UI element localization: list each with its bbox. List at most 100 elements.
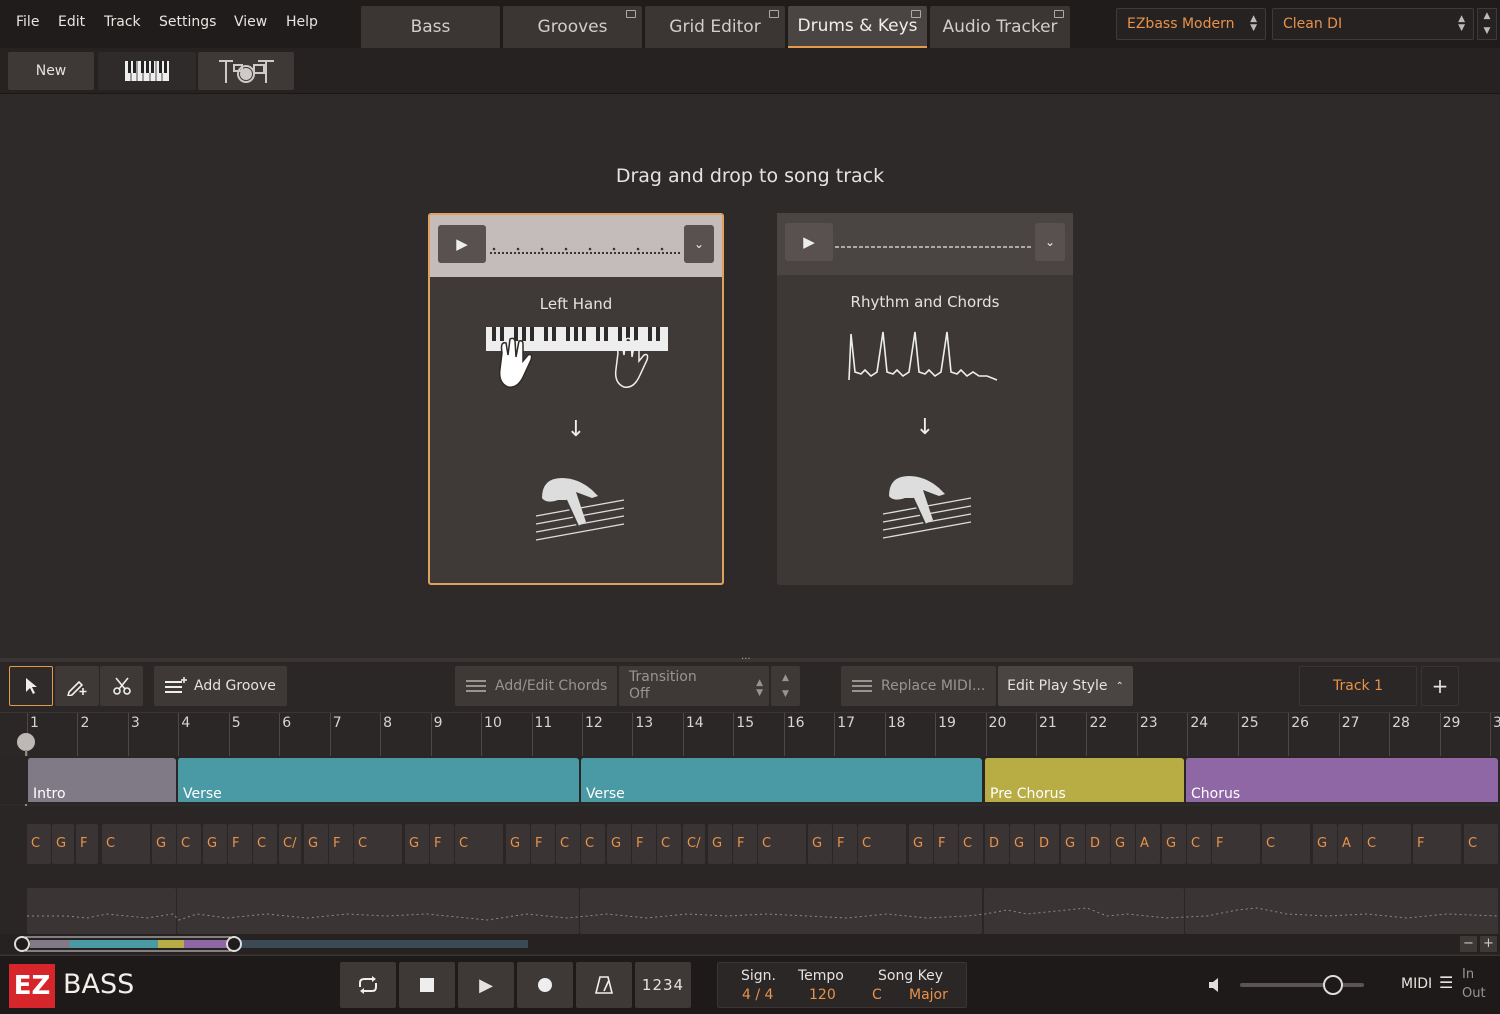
chord-block[interactable]: G <box>1162 824 1186 864</box>
transition-select[interactable]: Transition Off ▲ ▼ <box>619 666 769 706</box>
play-style-card-rhythm-chords[interactable]: ▶ ⌄ Rhythm and Chords ↓ <box>777 213 1073 585</box>
chord-block[interactable]: F <box>430 824 454 864</box>
transition-stepper[interactable]: ▲ ▼ <box>771 666 800 706</box>
chord-block[interactable]: F <box>833 824 857 864</box>
chord-block[interactable]: C <box>354 824 402 864</box>
select-tool-button[interactable] <box>9 666 53 706</box>
add-groove-button[interactable]: Add Groove <box>154 666 287 706</box>
chord-block[interactable]: G <box>152 824 176 864</box>
chord-block[interactable]: C/ <box>683 824 705 864</box>
section-pre-chorus[interactable]: Pre Chorus <box>984 758 1184 802</box>
chord-block[interactable]: C <box>1187 824 1211 864</box>
popout-icon[interactable] <box>626 10 636 18</box>
track-name[interactable]: Track 1 <box>1299 666 1417 706</box>
chord-block[interactable]: C <box>858 824 906 864</box>
section-chorus[interactable]: Chorus <box>1185 758 1498 802</box>
chord-block[interactable]: G <box>203 824 227 864</box>
chord-block[interactable]: F <box>934 824 958 864</box>
chord-block[interactable]: C <box>177 824 201 864</box>
volume-slider-handle[interactable] <box>1323 975 1343 995</box>
chord-block[interactable]: C <box>556 824 580 864</box>
chord-block[interactable]: G <box>1313 824 1337 864</box>
chord-block[interactable]: G <box>506 824 530 864</box>
count-in-button[interactable]: 1234 <box>635 962 691 1008</box>
chord-block[interactable]: F <box>1413 824 1461 864</box>
stop-button[interactable] <box>399 962 455 1008</box>
edit-play-style-button[interactable]: Edit Play Style ⌃ <box>998 666 1133 706</box>
chord-block[interactable]: D <box>1086 824 1110 864</box>
add-edit-chords-button[interactable]: Add/Edit Chords <box>455 666 617 706</box>
tab-audio-tracker[interactable]: Audio Tracker <box>930 6 1070 48</box>
chord-block[interactable]: F <box>632 824 656 864</box>
chord-block[interactable]: C <box>657 824 681 864</box>
chord-block[interactable]: C <box>1363 824 1411 864</box>
menu-settings[interactable]: Settings <box>159 14 216 30</box>
chord-block[interactable]: G <box>1010 824 1034 864</box>
chord-block[interactable]: F <box>733 824 757 864</box>
add-track-button[interactable]: + <box>1421 666 1459 706</box>
menu-track[interactable]: Track <box>104 14 141 30</box>
chord-block[interactable]: D <box>1035 824 1059 864</box>
chord-block[interactable]: C <box>1262 824 1310 864</box>
split-tool-button[interactable] <box>100 666 143 706</box>
chord-block[interactable]: F <box>531 824 555 864</box>
play-preview-button[interactable]: ▶ <box>438 225 486 263</box>
preset-stepper[interactable]: ▲ ▼ <box>1477 8 1497 40</box>
section-verse[interactable]: Verse <box>580 758 982 802</box>
chord-block[interactable]: C <box>758 824 806 864</box>
chord-block[interactable]: F <box>228 824 252 864</box>
chord-block[interactable]: G <box>909 824 933 864</box>
chord-block[interactable]: D <box>985 824 1009 864</box>
chord-block[interactable]: G <box>52 824 74 864</box>
chord-block[interactable]: C <box>27 824 51 864</box>
tab-drums-keys[interactable]: Drums & Keys <box>788 6 927 48</box>
tab-grooves[interactable]: Grooves <box>503 6 642 48</box>
timeline-ruler[interactable]: 1 2 3 4 5 6 7 8 9 10 11 12 13 14 15 16 17 18 19 20 21 22 23 24 2… <box>0 712 1500 757</box>
sound-preset-select[interactable]: Clean DI ▲ ▼ <box>1272 8 1474 40</box>
chord-block[interactable]: F <box>1212 824 1260 864</box>
tab-grid-editor[interactable]: Grid Editor <box>645 6 785 48</box>
play-style-card-left-hand[interactable]: ▶ ⌄ Left Hand ↓ <box>428 213 724 585</box>
chord-block[interactable]: G <box>708 824 732 864</box>
chord-block[interactable]: F <box>76 824 98 864</box>
popout-icon[interactable] <box>911 10 921 18</box>
chord-block[interactable]: A <box>1338 824 1362 864</box>
chord-block[interactable]: G <box>808 824 832 864</box>
chevron-down-icon[interactable]: ⌄ <box>684 225 714 263</box>
signature-value[interactable]: 4 / 4 <box>742 987 773 1003</box>
chord-block[interactable]: C <box>253 824 277 864</box>
playhead-handle[interactable] <box>17 733 35 751</box>
new-button[interactable]: New <box>8 52 94 90</box>
chevron-down-icon[interactable]: ⌄ <box>1035 223 1065 261</box>
chord-block[interactable]: G <box>607 824 631 864</box>
midi-label[interactable]: MIDI <box>1401 976 1432 992</box>
popout-icon[interactable] <box>769 10 779 18</box>
chord-block[interactable]: C <box>959 824 983 864</box>
section-intro[interactable]: Intro <box>27 758 176 802</box>
section-verse[interactable]: Verse <box>177 758 579 802</box>
menu-help[interactable]: Help <box>286 14 318 30</box>
chord-block[interactable]: C <box>455 824 503 864</box>
menu-view[interactable]: View <box>234 14 267 30</box>
chord-block[interactable]: C <box>1464 824 1498 864</box>
speaker-icon[interactable] <box>1207 976 1225 994</box>
tempo-value[interactable]: 120 <box>809 987 836 1003</box>
draw-tool-button[interactable] <box>55 666 99 706</box>
chord-block[interactable]: C <box>102 824 150 864</box>
song-key-mode[interactable]: Major <box>909 987 948 1003</box>
chord-block[interactable]: C/ <box>279 824 301 864</box>
popout-icon[interactable] <box>1054 10 1064 18</box>
menu-lines-icon[interactable]: ☰ <box>1439 973 1453 992</box>
volume-slider[interactable] <box>1240 983 1364 987</box>
chord-block[interactable]: G <box>304 824 328 864</box>
chord-block[interactable]: A <box>1136 824 1160 864</box>
record-button[interactable] <box>517 962 573 1008</box>
drums-mode-button[interactable] <box>198 52 294 90</box>
metronome-button[interactable] <box>576 962 632 1008</box>
song-key-root[interactable]: C <box>872 987 882 1003</box>
tab-bass[interactable]: Bass <box>361 6 500 48</box>
menu-edit[interactable]: Edit <box>58 14 85 30</box>
song-overview-scrollbar[interactable]: − + <box>0 934 1500 954</box>
menu-file[interactable]: File <box>16 14 39 30</box>
play-button[interactable]: ▶ <box>458 962 514 1008</box>
